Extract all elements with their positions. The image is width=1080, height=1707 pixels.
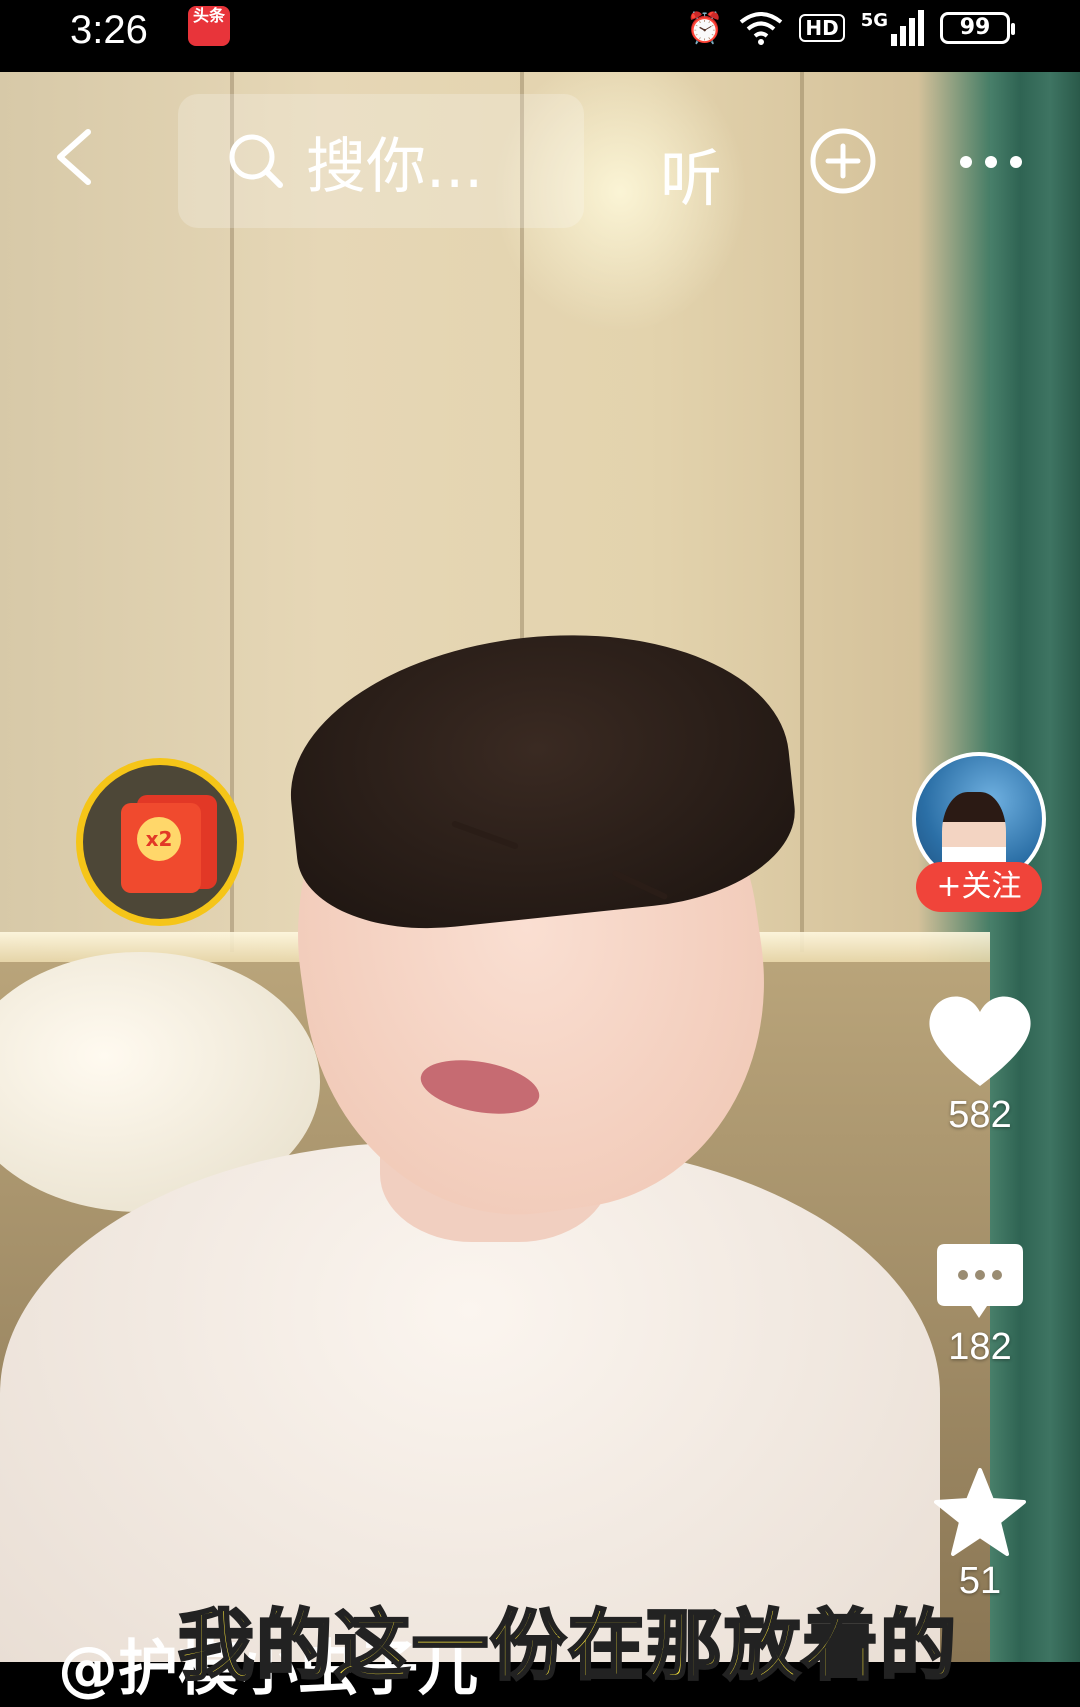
comment-button[interactable]: 182 xyxy=(922,1242,1038,1369)
video-subtitle: 我的这一份在那放着的 xyxy=(177,1600,958,1692)
battery-icon: 99 xyxy=(940,12,1015,44)
status-icons: ⏰ HD 5G 99 xyxy=(685,6,1015,50)
listen-button[interactable]: 听 xyxy=(660,128,722,218)
top-bar: 搜你... 听 xyxy=(0,72,1080,232)
hd-icon: HD xyxy=(799,14,845,42)
comment-count: 182 xyxy=(948,1326,1012,1368)
search-icon xyxy=(229,134,283,188)
search-box[interactable]: 搜你... xyxy=(178,94,584,228)
search-placeholder: 搜你... xyxy=(306,131,484,202)
follow-button[interactable]: +关注 xyxy=(916,862,1042,912)
alarm-icon: ⏰ xyxy=(685,10,724,46)
like-button[interactable]: 582 xyxy=(922,990,1038,1137)
status-bar: 3:26 头条 ⏰ HD 5G 99 xyxy=(0,0,1080,72)
favorite-button[interactable]: 51 xyxy=(922,1468,1038,1603)
toutiao-app-icon: 头条 xyxy=(188,6,230,46)
wifi-icon xyxy=(740,12,783,45)
network-type-label: 5G xyxy=(860,10,888,31)
comment-icon xyxy=(937,1244,1023,1318)
status-time: 3:26 xyxy=(70,8,148,52)
more-options-icon[interactable] xyxy=(956,152,1026,172)
like-count: 582 xyxy=(948,1094,1012,1136)
red-packet-multiplier: x2 xyxy=(137,817,181,861)
back-arrow-icon[interactable] xyxy=(40,122,110,192)
red-packet-reward-button[interactable]: x2 xyxy=(76,758,244,926)
signal-icon: 5G xyxy=(861,10,924,46)
heart-icon xyxy=(929,996,1031,1086)
add-circle-icon[interactable] xyxy=(808,126,878,196)
star-icon xyxy=(934,1468,1026,1556)
